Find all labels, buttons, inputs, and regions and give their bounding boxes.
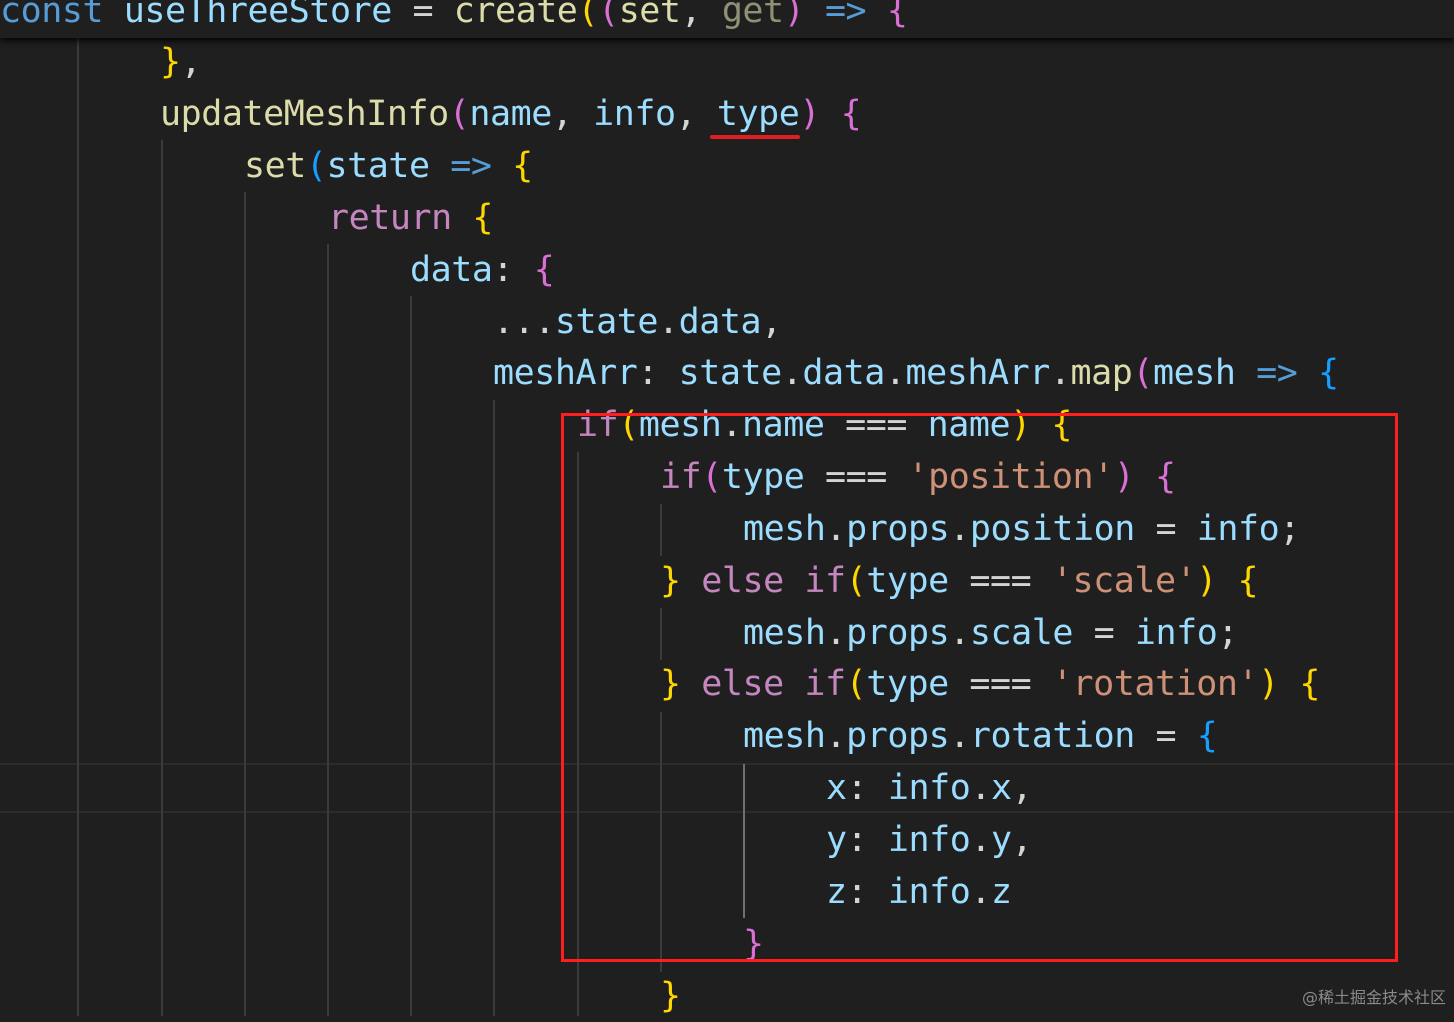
code-token: => bbox=[1256, 353, 1298, 393]
code-token: type bbox=[716, 94, 800, 134]
code-token: . bbox=[657, 302, 679, 342]
code-token: state bbox=[554, 302, 659, 342]
code-token: { bbox=[472, 198, 493, 238]
code-token: ( bbox=[577, 0, 599, 31]
code-line: } bbox=[660, 970, 681, 1022]
code-token: updateMeshInfo bbox=[160, 94, 449, 134]
indent-guide bbox=[493, 400, 495, 1016]
code-token: ... bbox=[493, 302, 555, 342]
code-token: return bbox=[328, 198, 452, 238]
indent-guide bbox=[410, 296, 412, 1016]
code-line: ...state.data, bbox=[493, 296, 782, 348]
code-token: : bbox=[637, 353, 658, 393]
code-token: , bbox=[761, 302, 782, 342]
code-line: return { bbox=[328, 192, 493, 244]
code-token: set bbox=[618, 0, 681, 31]
code-token: state bbox=[678, 353, 783, 393]
indent-guide bbox=[77, 38, 79, 1016]
code-token: , bbox=[551, 94, 573, 134]
code-token: ( bbox=[448, 94, 470, 134]
code-token: data bbox=[410, 250, 493, 290]
code-token: } bbox=[160, 42, 181, 82]
code-token: state bbox=[326, 146, 431, 186]
code-token: : bbox=[492, 250, 514, 290]
indent-guide bbox=[244, 192, 246, 1016]
code-token: data bbox=[802, 353, 885, 393]
code-token: set bbox=[244, 146, 306, 186]
code-token: . bbox=[884, 353, 906, 393]
code-token: = bbox=[412, 0, 434, 31]
code-line: meshArr: state.data.meshArr.map(mesh => … bbox=[493, 347, 1339, 399]
code-token: data bbox=[678, 302, 762, 342]
code-token: const bbox=[0, 0, 104, 31]
code-token: name bbox=[469, 94, 552, 134]
code-token: get bbox=[721, 0, 784, 31]
red-underline-annotation bbox=[710, 135, 800, 139]
code-token: . bbox=[781, 353, 803, 393]
code-token: create bbox=[453, 0, 578, 31]
code-line: set(state => { bbox=[244, 140, 533, 192]
red-box-annotation bbox=[561, 413, 1398, 962]
code-token: meshArr bbox=[493, 353, 638, 393]
code-token: { bbox=[533, 250, 555, 290]
code-token: map bbox=[1070, 353, 1133, 393]
code-token: , bbox=[680, 0, 702, 31]
code-token: meshArr bbox=[905, 353, 1050, 393]
code-token: useThreeStore bbox=[123, 0, 393, 31]
code-token: => bbox=[450, 146, 492, 186]
code-token: ( bbox=[305, 146, 327, 186]
code-token: ) bbox=[799, 94, 820, 134]
code-token: , bbox=[180, 42, 202, 82]
code-token: } bbox=[660, 976, 681, 1016]
code-token: , bbox=[675, 94, 697, 134]
code-line: const useThreeStore = create((set, get) … bbox=[0, 0, 908, 37]
code-line: updateMeshInfo(name, info, type) { bbox=[160, 88, 862, 140]
code-token: mesh bbox=[1152, 353, 1236, 393]
code-token: info bbox=[593, 94, 676, 134]
code-token: { bbox=[840, 94, 862, 134]
code-line: data: { bbox=[410, 244, 555, 296]
indent-guide bbox=[161, 140, 163, 1016]
code-token: ( bbox=[598, 0, 619, 31]
code-line: }, bbox=[160, 36, 202, 88]
watermark: @稀土掘金技术社区 bbox=[1301, 988, 1446, 1007]
code-token: => bbox=[824, 0, 867, 31]
code-token: ( bbox=[1132, 353, 1153, 393]
code-token: { bbox=[512, 146, 533, 186]
code-token: . bbox=[1049, 353, 1071, 393]
code-token: ) bbox=[783, 0, 805, 31]
indent-guide bbox=[327, 244, 329, 1016]
sticky-scroll-header[interactable]: const useThreeStore = create((set, get) … bbox=[0, 0, 1454, 38]
code-token: { bbox=[886, 0, 908, 31]
code-token: { bbox=[1317, 353, 1339, 393]
